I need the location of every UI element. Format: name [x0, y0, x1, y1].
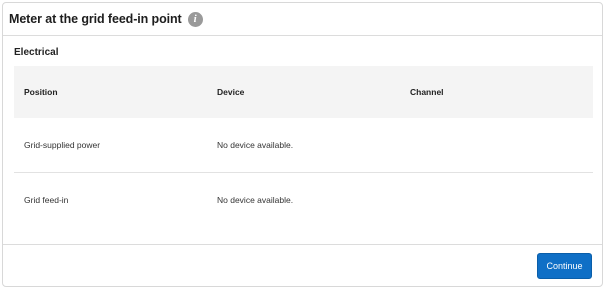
table-header: Position Device Channel [14, 66, 593, 118]
column-header-channel: Channel [410, 87, 444, 97]
row-position: Grid-supplied power [24, 140, 101, 150]
panel-title: Meter at the grid feed-in point [9, 12, 182, 26]
meter-table: Position Device Channel Grid-supplied po… [14, 66, 593, 227]
row-position: Grid feed-in [24, 195, 69, 205]
section-title: Electrical [14, 47, 59, 58]
table-row: Grid-supplied power No device available. [14, 118, 593, 173]
panel-header: Meter at the grid feed-in point i [3, 3, 602, 36]
meter-panel: Meter at the grid feed-in point i Electr… [2, 2, 603, 287]
column-header-position: Position [24, 87, 58, 97]
info-icon[interactable]: i [187, 11, 203, 27]
column-header-device: Device [217, 87, 245, 97]
panel-footer: Continue [3, 244, 602, 286]
table-row: Grid feed-in No device available. [14, 173, 593, 227]
info-glyph: i [193, 12, 197, 25]
row-device: No device available. [217, 195, 294, 205]
row-device: No device available. [217, 140, 294, 150]
continue-button[interactable]: Continue [537, 253, 592, 279]
